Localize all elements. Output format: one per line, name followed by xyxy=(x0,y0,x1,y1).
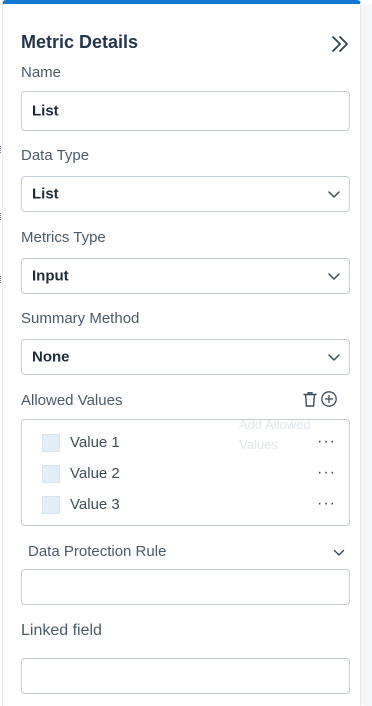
data-protection-label: Data Protection Rule xyxy=(28,543,167,560)
add-allowed-values-tooltip: Add Allowed Values xyxy=(239,417,311,452)
chevron-down-icon xyxy=(328,354,340,361)
trash-icon[interactable] xyxy=(301,390,319,408)
list-item: Value 3 ··· xyxy=(22,491,349,519)
summary-method-label: Summary Method xyxy=(21,310,140,327)
data-type-label: Data Type xyxy=(21,147,90,164)
name-input[interactable]: List xyxy=(21,91,350,131)
value-label: Value 3 xyxy=(70,496,120,513)
value-label: Value 1 xyxy=(70,434,120,451)
value-label: Value 2 xyxy=(70,465,120,482)
linked-field-input[interactable] xyxy=(21,658,350,694)
metrics-type-select[interactable]: Input xyxy=(21,258,350,294)
scrollbar-track[interactable] xyxy=(364,4,372,706)
checkbox[interactable] xyxy=(42,496,60,514)
metrics-type-value: Input xyxy=(32,267,69,285)
summary-method-value: None xyxy=(32,348,70,366)
panel-title: Metric Details xyxy=(21,32,139,52)
metrics-type-label: Metrics Type xyxy=(21,229,106,246)
screen: Metric Details Name List Data Type List … xyxy=(0,0,372,706)
checkbox[interactable] xyxy=(42,465,60,483)
chevron-down-icon[interactable] xyxy=(333,548,345,557)
chevron-down-icon xyxy=(328,273,340,280)
list-item: Value 2 ··· xyxy=(22,460,349,488)
name-label: Name xyxy=(21,64,62,81)
allowed-values-label: Allowed Values xyxy=(21,392,123,409)
name-value: List xyxy=(32,102,59,120)
plus-circle-icon[interactable] xyxy=(320,390,338,408)
metric-details-panel: Metric Details Name List Data Type List … xyxy=(2,0,361,706)
more-options-icon[interactable]: ··· xyxy=(317,464,336,482)
linked-field-label: Linked field xyxy=(21,622,102,639)
data-type-select[interactable]: List xyxy=(21,176,350,212)
double-chevron-right-icon[interactable] xyxy=(329,33,351,55)
more-options-icon[interactable]: ··· xyxy=(317,495,336,513)
chevron-down-icon xyxy=(328,191,340,198)
data-type-value: List xyxy=(32,185,59,203)
data-protection-field[interactable] xyxy=(21,569,350,605)
checkbox[interactable] xyxy=(42,434,60,452)
summary-method-select[interactable]: None xyxy=(21,339,350,375)
